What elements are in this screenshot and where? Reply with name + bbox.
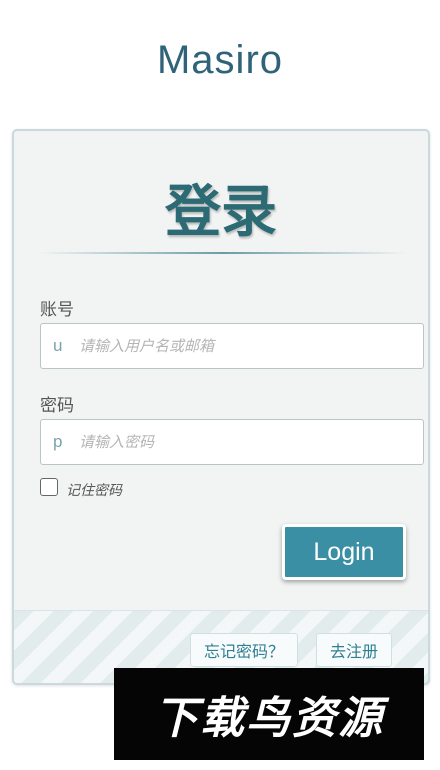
login-card: 登录 账号 u 密码 p 记住密码 Login 忘记密码？ 去注册 [12,129,430,685]
account-input[interactable] [79,332,409,360]
password-field[interactable]: p [40,419,424,465]
forgot-password-button[interactable]: 忘记密码？ [190,633,298,667]
password-input[interactable] [79,428,409,456]
remember-label[interactable]: 记住密码 [66,480,122,500]
account-field[interactable]: u [40,323,424,369]
user-prefix-icon: u [53,336,63,355]
app-title: Masiro [156,38,284,82]
login-heading: 登录 [165,180,277,245]
login-button[interactable]: Login [282,524,406,580]
remember-checkbox[interactable] [40,478,58,496]
account-label: 账号 [40,300,74,320]
password-label: 密码 [40,396,74,416]
password-prefix-icon: p [53,432,63,451]
register-button[interactable]: 去注册 [316,633,392,667]
watermark-banner: 下载鸟资源 [114,668,424,760]
heading-divider [38,252,408,254]
